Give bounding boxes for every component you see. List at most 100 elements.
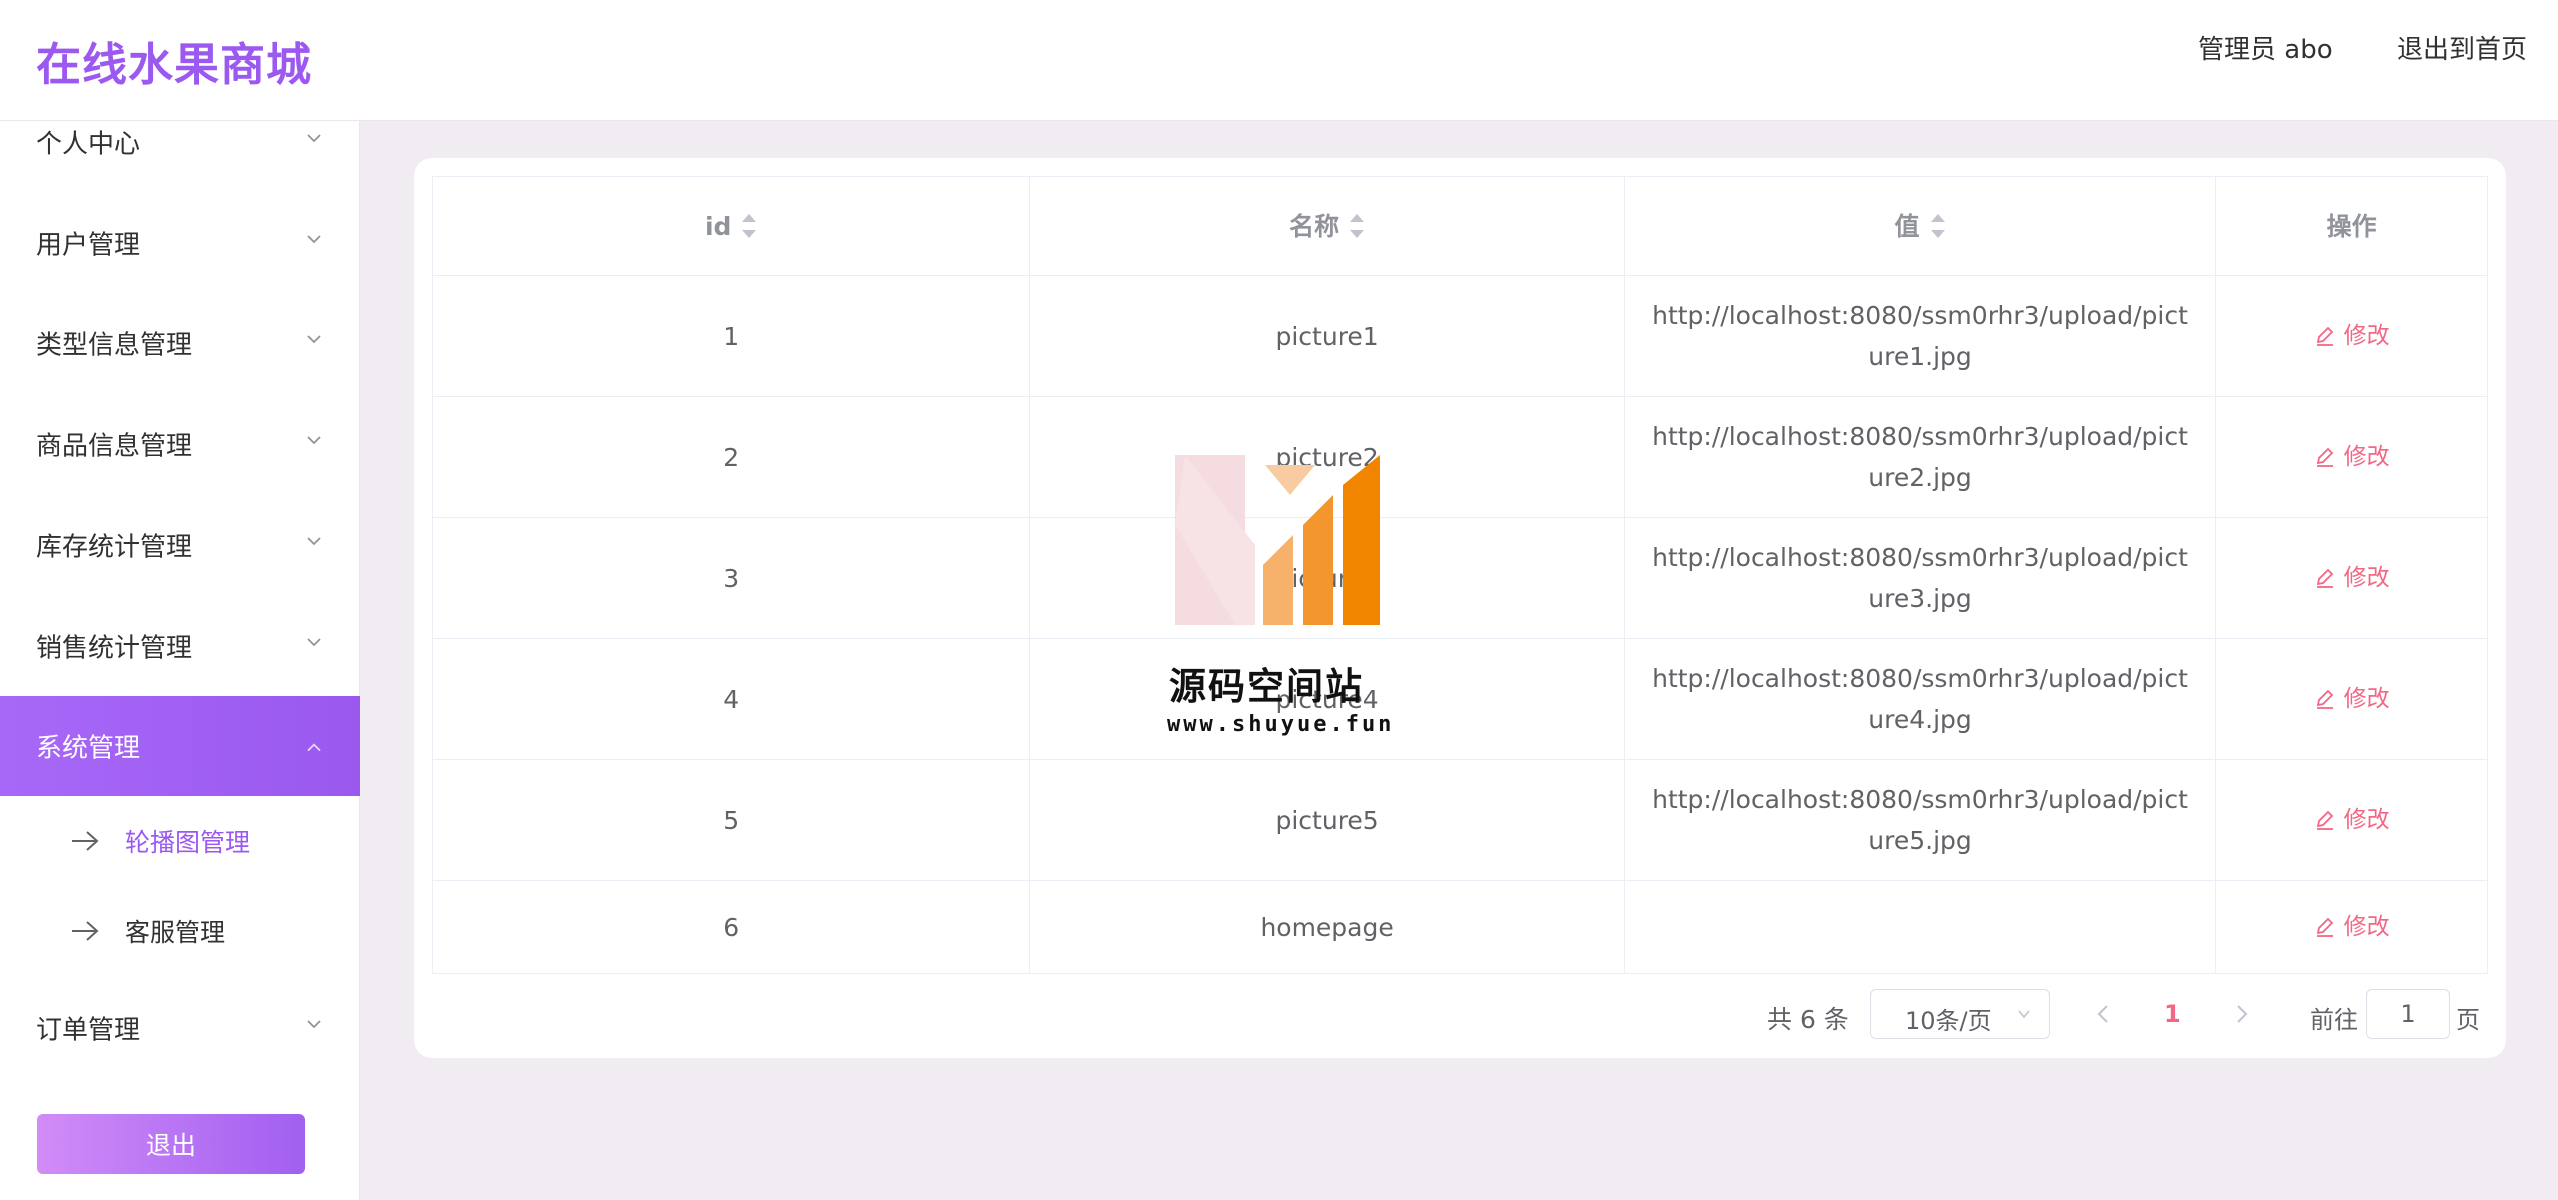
header-name[interactable]: 名称 xyxy=(1030,177,1625,275)
sidebar-item-inventory[interactable]: 库存统计管理 xyxy=(0,495,360,595)
sidebar-item-types[interactable]: 类型信息管理 xyxy=(0,293,360,393)
watermark-url: www.shuyue.fun xyxy=(1167,712,1395,737)
edit-button[interactable]: 修改 xyxy=(2314,437,2390,478)
edit-icon xyxy=(2316,810,2333,830)
chevron-down-icon xyxy=(307,537,321,546)
header-label: 值 xyxy=(1894,211,1920,241)
sidebar-item-personal-center[interactable]: 个人中心 xyxy=(0,92,360,192)
cell-actions: 修改 xyxy=(2216,276,2487,396)
page-size-select[interactable]: 10条/页 xyxy=(1870,989,2050,1039)
watermark-title: 源码空间站 xyxy=(1169,665,1364,708)
table-row: 2 picture2 http://localhost:8080/ssm0rhr… xyxy=(433,397,2487,518)
sidebar-item-system[interactable]: 系统管理 xyxy=(0,696,360,796)
edit-button[interactable]: 修改 xyxy=(2314,679,2390,720)
table-row: 3 picture3 http://localhost:8080/ssm0rhr… xyxy=(433,518,2487,639)
sidebar-item-label: 销售统计管理 xyxy=(36,633,193,664)
chevron-left-icon[interactable] xyxy=(2093,1002,2113,1026)
sidebar-subitem-label: 轮播图管理 xyxy=(125,828,251,857)
sidebar-item-products[interactable]: 商品信息管理 xyxy=(0,394,360,494)
header-id[interactable]: id xyxy=(433,177,1031,275)
arrow-right-icon xyxy=(72,921,99,941)
sidebar-subitem-carousel[interactable]: 轮播图管理 xyxy=(0,796,360,886)
edit-label: 修改 xyxy=(2343,322,2390,349)
edit-label: 修改 xyxy=(2343,913,2390,940)
app-root: 在线水果商城 管理员 abo 退出到首页 个人中心 用户管理 类型信息管理 商品… xyxy=(0,0,2558,1200)
header-label: 操作 xyxy=(2326,211,2377,241)
chevron-down-icon xyxy=(307,1020,321,1029)
sidebar-subitem-customer-service[interactable]: 客服管理 xyxy=(0,886,360,976)
sort-icon[interactable] xyxy=(1930,214,1946,238)
edit-icon xyxy=(2316,917,2333,937)
cell-value: http://localhost:8080/ssm0rhr3/upload/pi… xyxy=(1625,397,2217,517)
sidebar-item-users[interactable]: 用户管理 xyxy=(0,193,360,293)
cell-id: 2 xyxy=(433,397,1031,517)
chevron-down-icon xyxy=(307,235,321,244)
edit-button[interactable]: 修改 xyxy=(2314,800,2390,841)
sidebar: 个人中心 用户管理 类型信息管理 商品信息管理 库存统计管理 销售统计管理 系统… xyxy=(0,121,360,1200)
table-row: 5 picture5 http://localhost:8080/ssm0rhr… xyxy=(433,760,2487,881)
sidebar-item-label: 个人中心 xyxy=(36,129,141,160)
sort-icon[interactable] xyxy=(741,214,757,238)
chevron-right-icon[interactable] xyxy=(2232,1002,2252,1026)
header-label: id xyxy=(704,211,732,241)
sidebar-item-label: 商品信息管理 xyxy=(36,431,193,462)
cell-name: homepage xyxy=(1030,881,1625,973)
cell-value: http://localhost:8080/ssm0rhr3/upload/pi… xyxy=(1625,639,2217,759)
cell-value: http://localhost:8080/ssm0rhr3/upload/pi… xyxy=(1625,518,2217,638)
top-header: 在线水果商城 管理员 abo 退出到首页 xyxy=(0,0,2558,121)
sidebar-item-orders[interactable]: 订单管理 xyxy=(0,978,360,1078)
cell-id: 6 xyxy=(433,881,1031,973)
content-card: id 名称 值 操作 1 picture1 http://localhost:8… xyxy=(414,158,2506,1058)
cell-value xyxy=(1625,881,2217,973)
sidebar-item-label: 类型信息管理 xyxy=(36,330,193,361)
edit-button[interactable]: 修改 xyxy=(2314,316,2390,357)
logout-button[interactable]: 退出 xyxy=(37,1114,305,1174)
chevron-down-icon xyxy=(307,134,321,143)
chevron-down-icon xyxy=(307,436,321,445)
header-actions: 操作 xyxy=(2216,177,2487,275)
header-value[interactable]: 值 xyxy=(1625,177,2217,275)
admin-user-label: 管理员 abo xyxy=(2198,35,2333,65)
cell-id: 3 xyxy=(433,518,1031,638)
edit-label: 修改 xyxy=(2343,806,2390,833)
chevron-down-icon xyxy=(307,638,321,647)
goto-page-input[interactable] xyxy=(2366,989,2450,1039)
cell-name: picture1 xyxy=(1030,276,1625,396)
header-label: 名称 xyxy=(1289,211,1340,241)
chevron-up-icon xyxy=(307,743,321,752)
page-size-value: 10条/页 xyxy=(1905,1007,1992,1035)
current-page[interactable]: 1 xyxy=(2164,1000,2181,1028)
cell-name: picture2 xyxy=(1030,397,1625,517)
sidebar-item-label: 库存统计管理 xyxy=(36,532,193,563)
cell-id: 4 xyxy=(433,639,1031,759)
sidebar-item-sales[interactable]: 销售统计管理 xyxy=(0,596,360,696)
cell-actions: 修改 xyxy=(2216,760,2487,880)
sort-icon[interactable] xyxy=(1349,214,1365,238)
edit-icon xyxy=(2316,447,2333,467)
table-row: 1 picture1 http://localhost:8080/ssm0rhr… xyxy=(433,276,2487,397)
sidebar-item-label: 系统管理 xyxy=(36,733,141,764)
exit-to-home-link[interactable]: 退出到首页 xyxy=(2397,29,2527,66)
cell-actions: 修改 xyxy=(2216,518,2487,638)
cell-name: picture3 xyxy=(1030,518,1625,638)
edit-icon xyxy=(2316,326,2333,346)
sidebar-subitem-label: 客服管理 xyxy=(125,918,226,947)
cell-actions: 修改 xyxy=(2216,881,2487,973)
cell-actions: 修改 xyxy=(2216,397,2487,517)
table-body: 1 picture1 http://localhost:8080/ssm0rhr… xyxy=(433,276,2487,973)
table-row: 6 homepage 修改 xyxy=(433,881,2487,973)
cell-id: 1 xyxy=(433,276,1031,396)
cell-name: picture5 xyxy=(1030,760,1625,880)
edit-icon xyxy=(2316,689,2333,709)
chevron-down-icon xyxy=(307,335,321,344)
edit-button[interactable]: 修改 xyxy=(2314,558,2390,599)
edit-label: 修改 xyxy=(2343,685,2390,712)
carousel-table: id 名称 值 操作 1 picture1 http://localhost:8… xyxy=(432,176,2488,974)
brand-title: 在线水果商城 xyxy=(36,38,313,91)
cell-value: http://localhost:8080/ssm0rhr3/upload/pi… xyxy=(1625,760,2217,880)
chevron-down-icon xyxy=(2018,1010,2030,1019)
arrow-right-icon xyxy=(72,831,99,851)
edit-button[interactable]: 修改 xyxy=(2314,907,2390,948)
table-header-row: id 名称 值 操作 xyxy=(433,177,2487,276)
table-row: 4 picture4 http://localhost:8080/ssm0rhr… xyxy=(433,639,2487,760)
